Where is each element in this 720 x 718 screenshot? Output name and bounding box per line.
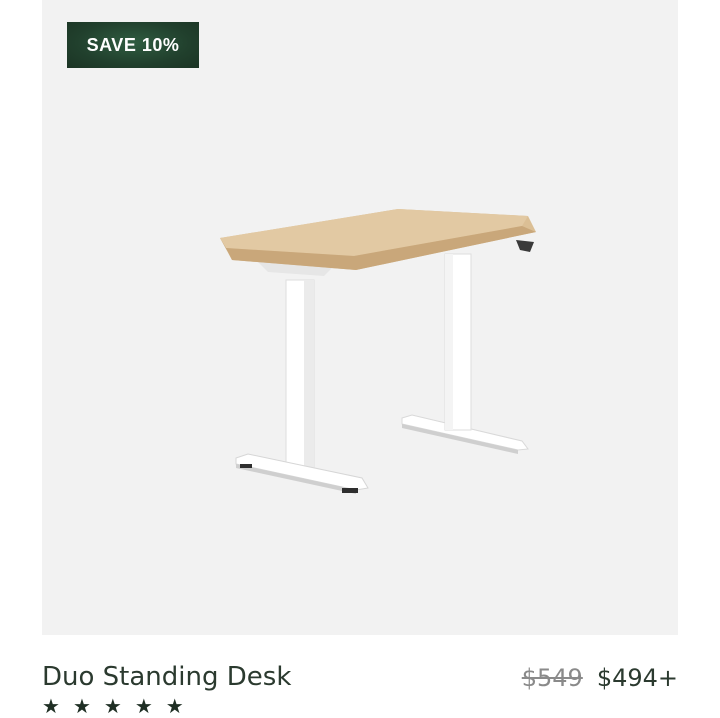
discount-badge: SAVE 10% [67,22,199,68]
product-card[interactable]: SAVE 10% Duo Standing Desk $549 $494+ ★ … [42,0,678,717]
star-icon: ★ [165,696,184,718]
original-price: $549 [521,664,583,692]
price-group: $549 $494+ [522,664,678,692]
star-icon: ★ [72,696,91,718]
product-title[interactable]: Duo Standing Desk [42,662,291,692]
star-icon: ★ [42,696,60,718]
product-image-area[interactable]: SAVE 10% [42,0,678,635]
rating-stars[interactable]: ★ ★ ★ ★ ★ [42,697,184,717]
sale-price: $494+ [596,664,678,692]
star-icon: ★ [103,696,122,718]
star-icon: ★ [134,696,153,718]
standing-desk-image [220,209,536,494]
